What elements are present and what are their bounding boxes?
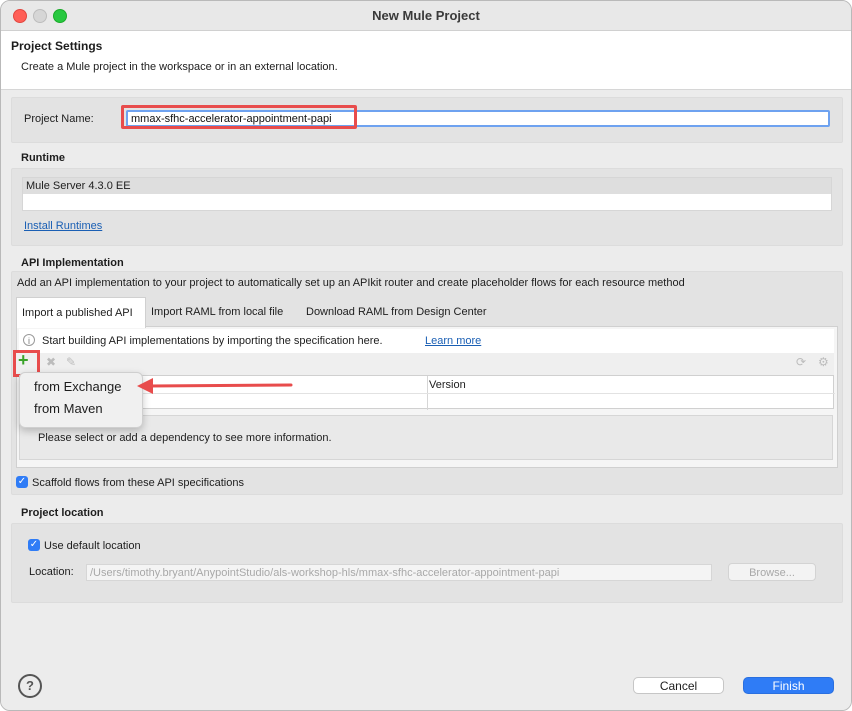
info-icon: i bbox=[23, 334, 35, 346]
location-label: Location: bbox=[29, 566, 74, 578]
api-implementation-title: API Implementation bbox=[21, 257, 124, 269]
tab-download-raml-design-center[interactable]: Download RAML from Design Center bbox=[301, 297, 492, 327]
edit-icon[interactable]: ✎ bbox=[66, 355, 76, 369]
runtime-section-title: Runtime bbox=[21, 152, 65, 164]
browse-button[interactable]: Browse... bbox=[728, 563, 816, 581]
checkmark-icon: ✓ bbox=[17, 476, 27, 487]
project-location-panel bbox=[11, 523, 843, 603]
tab-import-raml-local[interactable]: Import RAML from local file bbox=[146, 297, 288, 327]
scaffold-flows-label: Scaffold flows from these API specificat… bbox=[32, 477, 244, 489]
info-text: Start building API implementations by im… bbox=[42, 335, 383, 347]
title-bar: New Mule Project bbox=[1, 1, 851, 31]
header-title: Project Settings bbox=[11, 39, 103, 53]
refresh-icon[interactable]: ⟳ bbox=[796, 355, 806, 369]
learn-more-link[interactable]: Learn more bbox=[425, 335, 481, 347]
settings-icon[interactable]: ⚙ bbox=[818, 355, 829, 369]
runtime-list-item-selected[interactable]: Mule Server 4.3.0 EE bbox=[23, 178, 831, 194]
cancel-button[interactable]: Cancel bbox=[633, 677, 724, 694]
menu-item-from-maven[interactable]: from Maven bbox=[34, 401, 103, 416]
runtime-list[interactable]: Mule Server 4.3.0 EE bbox=[22, 177, 832, 211]
add-dependency-menu: from Exchange from Maven bbox=[19, 372, 143, 428]
dependency-toolbar bbox=[19, 353, 834, 375]
project-name-highlight-box bbox=[121, 105, 357, 129]
use-default-location-checkbox[interactable]: ✓ bbox=[28, 539, 40, 551]
api-tabs: Import a published API Import RAML from … bbox=[16, 297, 836, 328]
menu-item-from-exchange[interactable]: from Exchange bbox=[34, 379, 121, 394]
use-default-location-label: Use default location bbox=[44, 540, 141, 552]
project-name-label: Project Name: bbox=[24, 113, 94, 125]
arrow-annotation-icon bbox=[137, 378, 293, 394]
checkmark-icon: ✓ bbox=[29, 539, 39, 550]
install-runtimes-link[interactable]: Install Runtimes bbox=[24, 220, 102, 232]
window-title: New Mule Project bbox=[372, 8, 480, 23]
api-implementation-description: Add an API implementation to your projec… bbox=[17, 277, 685, 289]
detail-text: Please select or add a dependency to see… bbox=[38, 432, 332, 444]
scaffold-flows-checkbox[interactable]: ✓ bbox=[16, 476, 28, 488]
finish-button[interactable]: Finish bbox=[743, 677, 834, 694]
location-input[interactable] bbox=[86, 564, 712, 581]
help-icon[interactable]: ? bbox=[18, 674, 42, 698]
runtime-name: Mule Server 4.3.0 EE bbox=[26, 180, 131, 192]
column-header-version[interactable]: Version bbox=[429, 379, 466, 391]
delete-icon[interactable]: ✖ bbox=[46, 355, 56, 369]
info-row: i Start building API implementations by … bbox=[19, 329, 834, 353]
dialog-header: Project Settings Create a Mule project i… bbox=[1, 31, 851, 90]
header-description: Create a Mule project in the workspace o… bbox=[21, 61, 338, 73]
tab-import-published-api[interactable]: Import a published API bbox=[16, 297, 146, 328]
plus-icon: + bbox=[18, 350, 29, 370]
new-mule-project-window: New Mule Project Project Settings Create… bbox=[0, 0, 852, 711]
project-location-title: Project location bbox=[21, 507, 104, 519]
